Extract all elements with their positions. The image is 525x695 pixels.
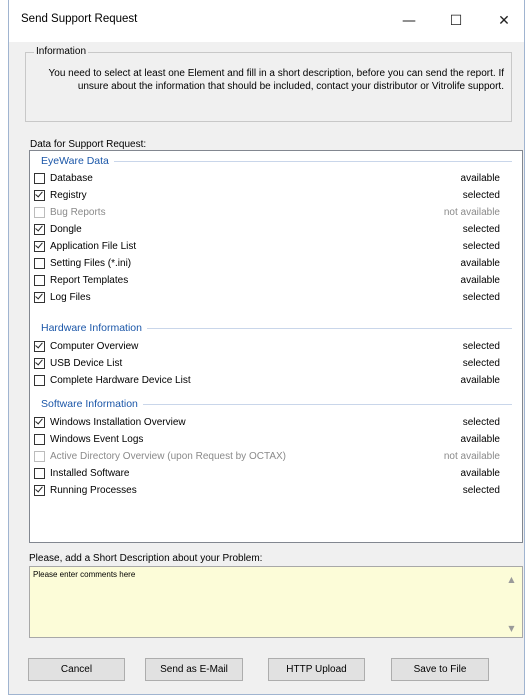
information-group: Information You need to select at least … xyxy=(25,46,512,122)
row-status: available xyxy=(460,275,500,286)
checkbox-unchecked xyxy=(34,451,45,462)
row-label: Computer Overview xyxy=(50,341,139,352)
checkbox-unchecked[interactable] xyxy=(34,275,45,286)
section-title-software: Software Information xyxy=(41,397,143,411)
checkbox-row[interactable]: Installed Software available xyxy=(30,465,522,482)
row-status: not available xyxy=(443,451,500,462)
checkbox-checked[interactable] xyxy=(34,223,45,235)
description-textarea[interactable]: Please enter comments here ▲ ▼ xyxy=(29,566,523,638)
row-status: selected xyxy=(462,292,500,303)
row-status: available xyxy=(460,375,500,386)
row-label: Windows Installation Overview xyxy=(50,417,186,428)
row-label: Installed Software xyxy=(50,468,130,479)
row-status: selected xyxy=(462,358,500,369)
row-label: Report Templates xyxy=(50,275,129,286)
checkbox-row[interactable]: Dongle selected xyxy=(30,221,522,238)
section-hardware: Hardware Information xyxy=(30,321,522,335)
row-label: USB Device List xyxy=(50,358,123,369)
checkbox-checked[interactable] xyxy=(34,189,45,201)
checkbox-checked[interactable] xyxy=(34,484,45,496)
checkmark-icon xyxy=(35,357,43,366)
checkmark-icon xyxy=(35,340,43,349)
window-title: Send Support Request xyxy=(21,13,138,25)
checkbox-row[interactable]: Registry selected xyxy=(30,187,522,204)
checkmark-icon xyxy=(35,223,43,232)
checkbox-unchecked[interactable] xyxy=(34,468,45,479)
checkbox-checked[interactable] xyxy=(34,340,45,352)
support-data-list: EyeWare Data Database available Registry se… xyxy=(29,150,523,543)
checkbox-row[interactable]: USB Device List selected xyxy=(30,355,522,372)
checkbox-row[interactable]: Computer Overview selected xyxy=(30,338,522,355)
support-request-dialog: Send Support Request — ☐ ✕ Information Y… xyxy=(8,0,525,695)
row-status: available xyxy=(460,468,500,479)
close-button[interactable]: ✕ xyxy=(487,8,521,34)
row-label: Database xyxy=(50,173,93,184)
section-software: Software Information xyxy=(30,397,522,411)
section-title-eyeware: EyeWare Data xyxy=(41,154,114,168)
checkbox-checked[interactable] xyxy=(34,416,45,428)
checkbox-checked[interactable] xyxy=(34,357,45,369)
row-status: selected xyxy=(462,190,500,201)
checkbox-row[interactable]: Log Files selected xyxy=(30,289,522,306)
row-label: Registry xyxy=(50,190,87,201)
checkbox-checked[interactable] xyxy=(34,291,45,303)
checkmark-icon xyxy=(35,416,43,425)
information-legend: Information xyxy=(34,46,89,57)
checkbox-row: Active Directory Overview (upon Request … xyxy=(30,448,522,465)
row-label: Dongle xyxy=(50,224,82,235)
data-for-support-label: Data for Support Request: xyxy=(30,139,147,150)
checkbox-row[interactable]: Windows Installation Overview selected xyxy=(30,414,522,431)
row-label: Setting Files (*.ini) xyxy=(50,258,132,269)
row-label: Application File List xyxy=(50,241,137,252)
checkbox-row[interactable]: Complete Hardware Device List available xyxy=(30,372,522,389)
checkbox-row[interactable]: Setting Files (*.ini) available xyxy=(30,255,522,272)
title-bar[interactable]: Send Support Request — ☐ ✕ xyxy=(9,0,524,42)
scroll-down-icon[interactable]: ▼ xyxy=(507,624,516,633)
checkbox-row[interactable]: Running Processes selected xyxy=(30,482,522,499)
section-eyeware: EyeWare Data xyxy=(30,154,522,168)
row-status: selected xyxy=(462,417,500,428)
checkbox-row[interactable]: Application File List selected xyxy=(30,238,522,255)
cancel-button[interactable]: Cancel xyxy=(28,658,125,681)
checkbox-row[interactable]: Windows Event Logs available xyxy=(30,431,522,448)
row-label: Active Directory Overview (upon Request … xyxy=(50,451,287,462)
checkbox-row: Bug Reports not available xyxy=(30,204,522,221)
checkbox-row[interactable]: Database available xyxy=(30,170,522,187)
row-status: selected xyxy=(462,485,500,496)
row-status: selected xyxy=(462,341,500,352)
maximize-button[interactable]: ☐ xyxy=(439,8,473,34)
row-status: selected xyxy=(462,224,500,235)
checkmark-icon xyxy=(35,484,43,493)
checkbox-row[interactable]: Report Templates available xyxy=(30,272,522,289)
section-title-hardware: Hardware Information xyxy=(41,321,147,335)
row-label: Bug Reports xyxy=(50,207,106,218)
row-label: Complete Hardware Device List xyxy=(50,375,191,386)
row-status: selected xyxy=(462,241,500,252)
checkbox-unchecked[interactable] xyxy=(34,173,45,184)
row-status: not available xyxy=(443,207,500,218)
scroll-up-icon[interactable]: ▲ xyxy=(507,575,516,584)
row-status: available xyxy=(460,434,500,445)
row-status: available xyxy=(460,173,500,184)
description-label: Please, add a Short Description about yo… xyxy=(29,553,263,564)
row-label: Running Processes xyxy=(50,485,137,496)
row-label: Log Files xyxy=(50,292,91,303)
checkbox-unchecked[interactable] xyxy=(34,375,45,386)
checkmark-icon xyxy=(35,240,43,249)
checkbox-unchecked[interactable] xyxy=(34,258,45,269)
checkbox-unchecked xyxy=(34,207,45,218)
minimize-button[interactable]: — xyxy=(392,8,426,34)
http-upload-button[interactable]: HTTP Upload xyxy=(268,658,365,681)
information-text: You need to select at least one Element … xyxy=(48,68,504,92)
save-to-file-button[interactable]: Save to File xyxy=(391,658,489,681)
send-email-button[interactable]: Send as E-Mail xyxy=(145,658,243,681)
checkmark-icon xyxy=(35,291,43,300)
checkbox-unchecked[interactable] xyxy=(34,434,45,445)
checkbox-checked[interactable] xyxy=(34,240,45,252)
checkmark-icon xyxy=(35,189,43,198)
row-label: Windows Event Logs xyxy=(50,434,144,445)
row-status: available xyxy=(460,258,500,269)
description-placeholder: Please enter comments here xyxy=(33,570,136,579)
